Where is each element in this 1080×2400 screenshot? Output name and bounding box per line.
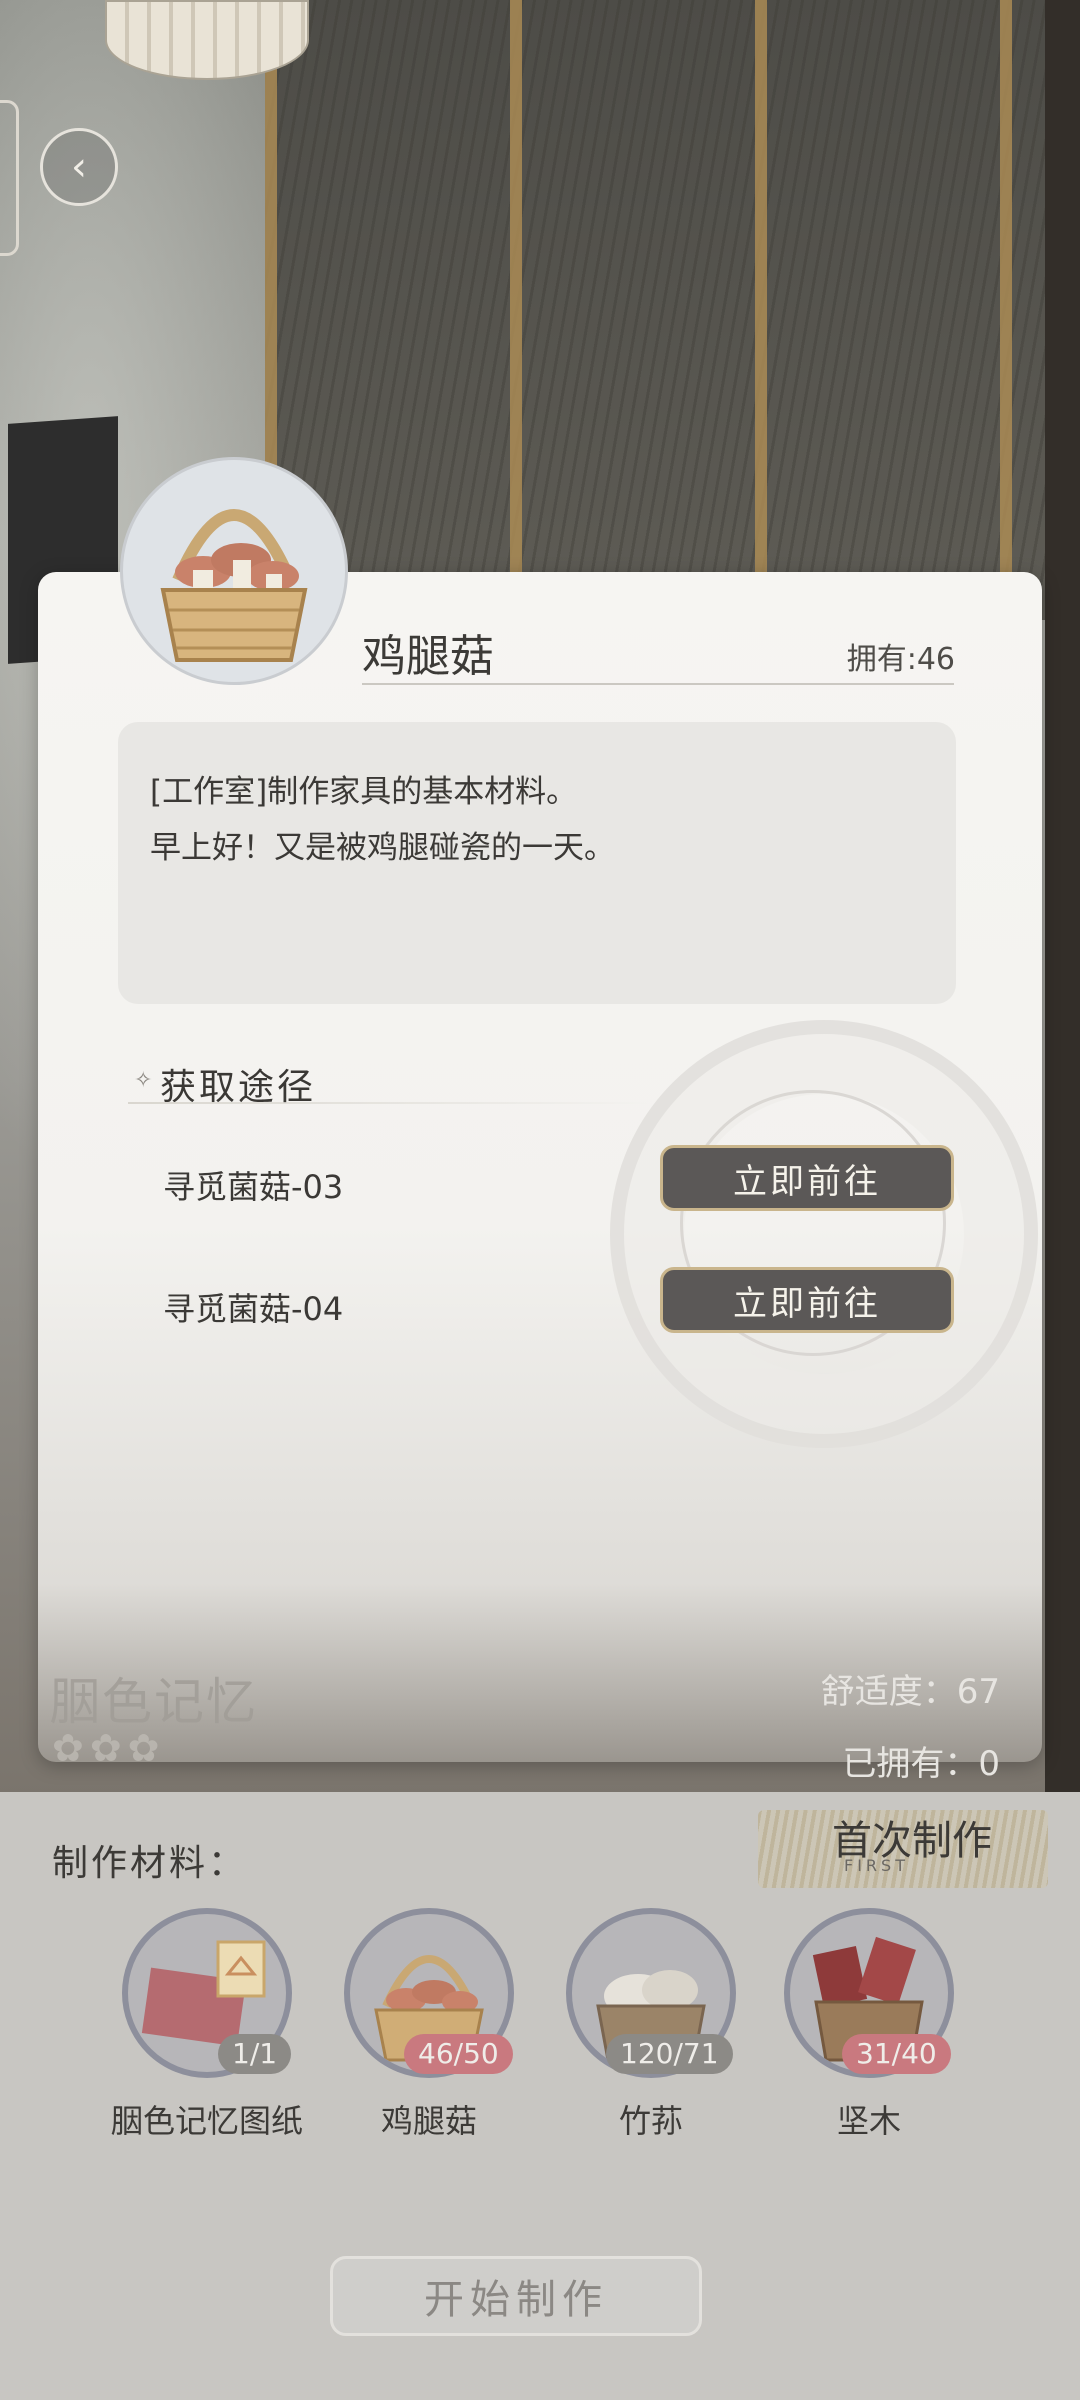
folding-screen (265, 0, 1045, 620)
material-label: 坚木 (836, 2102, 901, 2140)
material-count: 31/40 (842, 2034, 951, 2074)
description-line: 早上好！又是被鸡腿碰瓷的一天。 (150, 830, 615, 866)
materials-title: 制作材料： (52, 1843, 248, 1884)
go-now-button[interactable]: 立即前往 (660, 1267, 954, 1333)
material-label: 竹荪 (618, 2102, 683, 2140)
screen-frame-bar (1000, 0, 1012, 620)
material-label: 胭色记忆图纸 (110, 2102, 303, 2140)
owned-stat: 已拥有：0 (842, 1744, 1000, 1784)
screen-frame-bar (510, 0, 522, 620)
comfort-stat: 舒适度：67 (820, 1672, 1000, 1712)
description-line: [工作室]制作家具的基本材料。 (150, 774, 578, 810)
material-count: 1/1 (218, 2034, 292, 2074)
background-wall-edge (1045, 0, 1080, 1800)
start-crafting-button[interactable]: 开始制作 (330, 2256, 702, 2336)
chicken-leg-mushroom-basket-icon (120, 457, 348, 685)
ceiling-lamp (105, 0, 309, 80)
material-count: 46/50 (404, 2034, 513, 2074)
item-name: 鸡腿菇 (362, 631, 494, 682)
back-arrow-icon: ‹ (71, 144, 87, 190)
star-rating: ✿✿✿ (52, 1726, 166, 1770)
source-name: 寻觅菌菇-04 (163, 1290, 344, 1328)
owned-count: 拥有:46 (846, 642, 955, 677)
screen-frame-bar (755, 0, 767, 620)
furniture-name: 胭色记忆 (50, 1673, 258, 1731)
back-button[interactable]: ‹ (40, 128, 118, 206)
material-label: 鸡腿菇 (380, 2102, 477, 2140)
sources-underline (128, 1102, 648, 1104)
material-count: 120/71 (606, 2034, 733, 2074)
go-now-button[interactable]: 立即前往 (660, 1145, 954, 1211)
source-name: 寻觅菌菇-03 (163, 1168, 344, 1206)
sparkle-icon: ✧ (134, 1068, 153, 1093)
first-craft-sublabel: FIRST (844, 1856, 909, 1875)
side-tab[interactable] (0, 100, 19, 256)
divider (362, 683, 954, 685)
